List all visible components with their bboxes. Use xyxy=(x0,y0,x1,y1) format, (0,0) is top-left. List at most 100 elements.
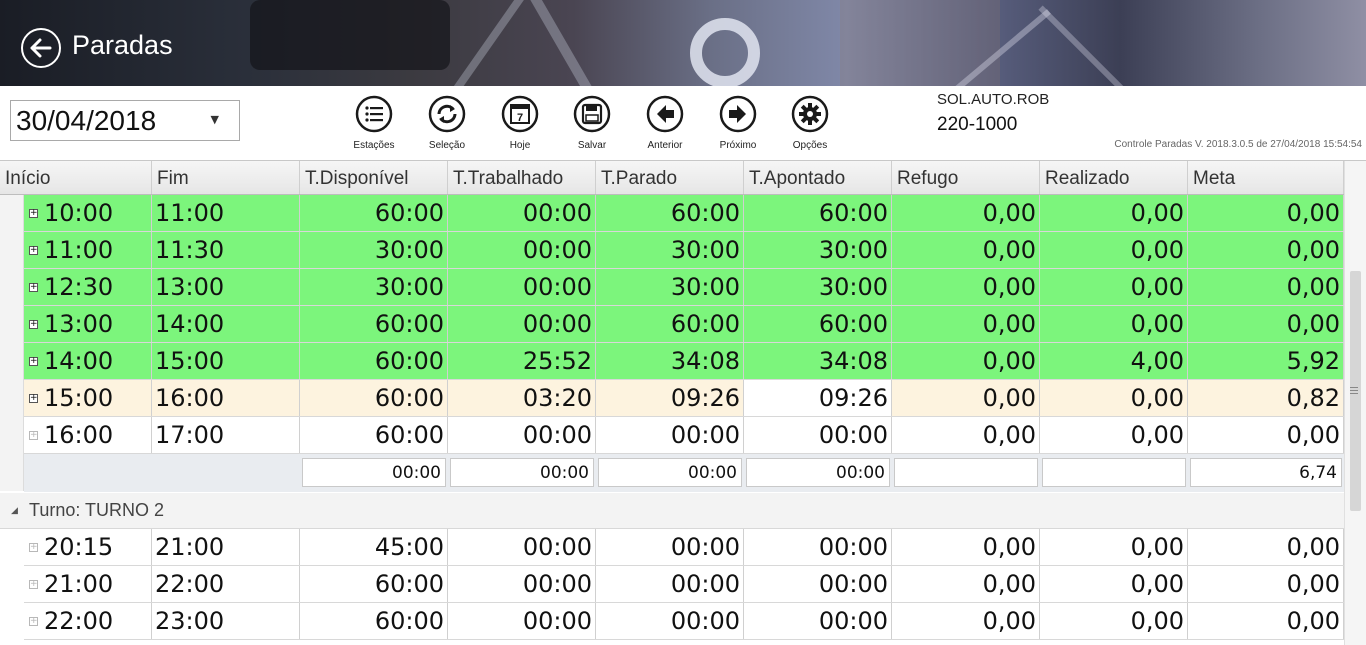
cell-stopped[interactable]: 30:00 xyxy=(596,269,744,305)
cell-target[interactable]: 0,00 xyxy=(1188,269,1344,305)
cell-start[interactable]: 11:00 xyxy=(24,232,152,268)
cell-available[interactable]: 60:00 xyxy=(300,195,448,231)
cell-end[interactable]: 22:00 xyxy=(152,566,300,602)
cell-scrap[interactable]: 0,00 xyxy=(892,232,1040,268)
cell-end[interactable]: 13:00 xyxy=(152,269,300,305)
table-row[interactable]: 21:00 22:00 60:00 00:00 00:00 00:00 0,00 0,00 0,… xyxy=(24,566,1344,603)
cell-recorded[interactable]: 00:00 xyxy=(744,603,892,639)
cell-stopped[interactable]: 00:00 xyxy=(596,566,744,602)
cell-recorded[interactable]: 60:00 xyxy=(744,306,892,342)
cell-start[interactable]: 20:15 xyxy=(24,529,152,565)
cell-start[interactable]: 14:00 xyxy=(24,343,152,379)
cell-achieved[interactable]: 0,00 xyxy=(1040,306,1188,342)
cell-achieved[interactable]: 0,00 xyxy=(1040,380,1188,416)
cell-target[interactable]: 0,00 xyxy=(1188,232,1344,268)
cell-worked[interactable]: 00:00 xyxy=(448,306,596,342)
options-button[interactable]: Opções xyxy=(782,95,838,151)
cell-available[interactable]: 60:00 xyxy=(300,603,448,639)
cell-achieved[interactable]: 0,00 xyxy=(1040,195,1188,231)
cell-achieved[interactable]: 4,00 xyxy=(1040,343,1188,379)
column-header-target[interactable]: Meta xyxy=(1188,161,1344,194)
cell-worked[interactable]: 03:20 xyxy=(448,380,596,416)
cell-stopped[interactable]: 00:00 xyxy=(596,417,744,453)
cell-end[interactable]: 23:00 xyxy=(152,603,300,639)
cell-start[interactable]: 22:00 xyxy=(24,603,152,639)
expand-row-icon[interactable]: + xyxy=(29,394,38,403)
cell-stopped[interactable]: 34:08 xyxy=(596,343,744,379)
cell-end[interactable]: 15:00 xyxy=(152,343,300,379)
cell-end[interactable]: 17:00 xyxy=(152,417,300,453)
next-button[interactable]: Próximo xyxy=(710,95,766,151)
cell-target[interactable]: 0,00 xyxy=(1188,306,1344,342)
cell-scrap[interactable]: 0,00 xyxy=(892,306,1040,342)
cell-start[interactable]: 16:00 xyxy=(24,417,152,453)
cell-available[interactable]: 60:00 xyxy=(300,380,448,416)
column-header-end[interactable]: Fim xyxy=(152,161,300,194)
cell-target[interactable]: 0,00 xyxy=(1188,566,1344,602)
cell-available[interactable]: 60:00 xyxy=(300,343,448,379)
cell-recorded[interactable]: 00:00 xyxy=(744,529,892,565)
save-button[interactable]: Salvar xyxy=(564,95,620,151)
cell-target[interactable]: 0,00 xyxy=(1188,603,1344,639)
stations-button[interactable]: Estações xyxy=(346,95,402,151)
cell-recorded[interactable]: 00:00 xyxy=(744,417,892,453)
cell-worked[interactable]: 00:00 xyxy=(448,417,596,453)
column-header-start[interactable]: Início xyxy=(0,161,152,194)
cell-start[interactable]: 10:00 xyxy=(24,195,152,231)
cell-available[interactable]: 30:00 xyxy=(300,232,448,268)
cell-achieved[interactable]: 0,00 xyxy=(1040,232,1188,268)
table-row[interactable]: 13:00 14:00 60:00 00:00 60:00 60:00 0,00 0,00 0,… xyxy=(24,306,1344,343)
table-row[interactable]: 16:00 17:00 60:00 00:00 00:00 00:00 0,00 0,00 0,… xyxy=(24,417,1344,454)
previous-button[interactable]: Anterior xyxy=(637,95,693,151)
cell-recorded[interactable]: 30:00 xyxy=(744,232,892,268)
column-header-scrap[interactable]: Refugo xyxy=(892,161,1040,194)
cell-target[interactable]: 0,00 xyxy=(1188,529,1344,565)
expand-row-icon[interactable]: + xyxy=(29,431,38,440)
table-row[interactable]: 11:00 11:30 30:00 00:00 30:00 30:00 0,00 0,00 0,… xyxy=(24,232,1344,269)
column-header-stopped[interactable]: T.Parado xyxy=(596,161,744,194)
cell-end[interactable]: 16:00 xyxy=(152,380,300,416)
table-row[interactable]: 22:00 23:00 60:00 00:00 00:00 00:00 0,00 0,00 0,… xyxy=(24,603,1344,640)
cell-stopped[interactable]: 60:00 xyxy=(596,195,744,231)
cell-worked[interactable]: 00:00 xyxy=(448,232,596,268)
cell-recorded[interactable]: 09:26 xyxy=(744,380,892,416)
expand-row-icon[interactable]: + xyxy=(29,246,38,255)
cell-recorded[interactable]: 30:00 xyxy=(744,269,892,305)
cell-recorded[interactable]: 00:00 xyxy=(744,566,892,602)
selection-button[interactable]: Seleção xyxy=(419,95,475,151)
cell-available[interactable]: 45:00 xyxy=(300,529,448,565)
cell-worked[interactable]: 00:00 xyxy=(448,603,596,639)
vertical-scrollbar[interactable] xyxy=(1344,161,1366,645)
cell-recorded[interactable]: 60:00 xyxy=(744,195,892,231)
chevron-down-icon[interactable]: ▼ xyxy=(211,113,219,126)
cell-recorded[interactable]: 34:08 xyxy=(744,343,892,379)
cell-start[interactable]: 12:30 xyxy=(24,269,152,305)
column-header-achieved[interactable]: Realizado xyxy=(1040,161,1188,194)
table-row[interactable]: 20:15 21:00 45:00 00:00 00:00 00:00 0,00 0,00 0,… xyxy=(24,529,1344,566)
table-row[interactable]: 10:00 11:00 60:00 00:00 60:00 60:00 0,00 0,00 0,… xyxy=(24,195,1344,232)
cell-achieved[interactable]: 0,00 xyxy=(1040,566,1188,602)
today-button[interactable]: 7 Hoje xyxy=(492,95,548,151)
cell-scrap[interactable]: 0,00 xyxy=(892,269,1040,305)
expand-row-icon[interactable]: + xyxy=(29,283,38,292)
cell-end[interactable]: 14:00 xyxy=(152,306,300,342)
cell-target[interactable]: 0,00 xyxy=(1188,195,1344,231)
back-button[interactable] xyxy=(21,28,61,68)
cell-available[interactable]: 60:00 xyxy=(300,566,448,602)
cell-scrap[interactable]: 0,00 xyxy=(892,417,1040,453)
expand-row-icon[interactable]: + xyxy=(29,209,38,218)
table-row[interactable]: 15:00 16:00 60:00 03:20 09:26 09:26 0,00 0,00 0,… xyxy=(24,380,1344,417)
cell-stopped[interactable]: 60:00 xyxy=(596,306,744,342)
column-header-worked[interactable]: T.Trabalhado xyxy=(448,161,596,194)
cell-stopped[interactable]: 00:00 xyxy=(596,603,744,639)
cell-available[interactable]: 60:00 xyxy=(300,306,448,342)
cell-worked[interactable]: 25:52 xyxy=(448,343,596,379)
cell-available[interactable]: 60:00 xyxy=(300,417,448,453)
cell-worked[interactable]: 00:00 xyxy=(448,529,596,565)
cell-worked[interactable]: 00:00 xyxy=(448,269,596,305)
cell-target[interactable]: 0,82 xyxy=(1188,380,1344,416)
cell-stopped[interactable]: 30:00 xyxy=(596,232,744,268)
expand-row-icon[interactable]: + xyxy=(29,543,38,552)
column-header-recorded[interactable]: T.Apontado xyxy=(744,161,892,194)
cell-stopped[interactable]: 00:00 xyxy=(596,529,744,565)
